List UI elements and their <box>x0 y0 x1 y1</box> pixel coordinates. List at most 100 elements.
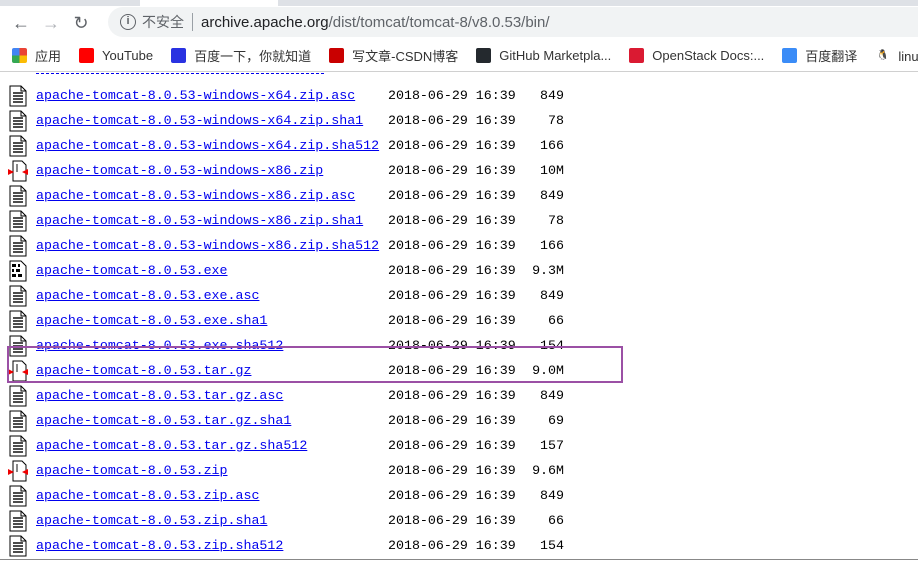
file-size: 166 <box>540 238 564 253</box>
info-icon[interactable]: i <box>120 14 136 30</box>
file-link[interactable]: apache-tomcat-8.0.53.zip.asc <box>36 488 259 503</box>
forward-arrow-icon[interactable]: → <box>36 13 66 34</box>
bookmarks-bar: 应用 YouTube 百度一下，你就知道 写文章-CSDN博客 GitHub Marke… <box>0 40 918 72</box>
bookmark-item[interactable]: YouTube <box>79 48 153 63</box>
bookmark-label: YouTube <box>102 48 154 63</box>
compressed-file-icon <box>8 460 28 482</box>
file-date: 2018-06-29 16:39 <box>388 513 516 528</box>
csdn-icon <box>329 48 345 63</box>
file-link[interactable]: apache-tomcat-8.0.53.exe.sha1 <box>36 313 267 328</box>
text-file-icon <box>8 510 28 532</box>
file-size: 69 <box>548 413 564 428</box>
bookmark-item[interactable]: 百度翻译 <box>782 46 857 65</box>
file-size: 849 <box>540 88 564 103</box>
binary-file-icon <box>8 260 28 282</box>
file-link[interactable]: apache-tomcat-8.0.53-windows-x64.zip.asc <box>36 88 355 103</box>
highlight-box <box>7 346 623 383</box>
file-link[interactable]: apache-tomcat-8.0.53-windows-x64.zip.sha… <box>36 138 379 153</box>
file-link[interactable]: apache-tomcat-8.0.53.tar.gz.sha1 <box>36 413 291 428</box>
file-link[interactable]: apache-tomcat-8.0.53-windows-x86.zip.asc <box>36 188 355 203</box>
address-bar[interactable]: i 不安全 archive.apache.org/dist/tomcat/tom… <box>108 7 918 37</box>
text-file-icon <box>8 135 28 157</box>
translate-icon <box>782 48 798 63</box>
file-link[interactable]: apache-tomcat-8.0.53.zip.sha1 <box>36 513 267 528</box>
bookmark-item[interactable]: 应用 <box>12 46 61 65</box>
youtube-icon <box>79 48 95 63</box>
file-size: 157 <box>540 438 564 453</box>
compressed-file-icon <box>8 160 28 182</box>
file-size: 154 <box>540 538 564 553</box>
file-date: 2018-06-29 16:39 <box>388 438 516 453</box>
file-link[interactable]: apache-tomcat-8.0.53-windows-x86.zip <box>36 163 323 178</box>
file-size: 9.6M <box>532 463 564 478</box>
text-file-icon <box>8 485 28 507</box>
bookmark-item[interactable]: OpenStack Docs:... <box>629 48 764 63</box>
text-file-icon <box>8 110 28 132</box>
apps-grid-icon <box>12 48 27 63</box>
file-link[interactable]: apache-tomcat-8.0.53.tar.gz.asc <box>36 388 283 403</box>
bookmark-label: 应用 <box>35 49 62 64</box>
text-file-icon <box>8 235 28 257</box>
text-file-icon <box>8 285 28 307</box>
file-date: 2018-06-29 16:39 <box>388 263 516 278</box>
file-date: 2018-06-29 16:39 <box>388 313 516 328</box>
bookmark-label: OpenStack Docs:... <box>652 48 765 63</box>
file-date: 2018-06-29 16:39 <box>388 488 516 503</box>
file-link[interactable]: apache-tomcat-8.0.53-windows-x86.zip.sha… <box>36 238 379 253</box>
file-link[interactable]: apache-tomcat-8.0.53.zip <box>36 463 228 478</box>
url-host: archive.apache.org <box>201 13 329 31</box>
file-size: 66 <box>548 313 564 328</box>
text-file-icon <box>8 435 28 457</box>
file-link[interactable]: apache-tomcat-8.0.53.zip.sha512 <box>36 538 283 553</box>
file-link[interactable]: apache-tomcat-8.0.53-windows-x64.zip.sha… <box>36 113 363 128</box>
text-file-icon <box>8 535 28 557</box>
bookmark-label: linux命 <box>898 49 918 64</box>
github-icon <box>476 48 492 63</box>
file-size: 849 <box>540 288 564 303</box>
reload-icon[interactable]: ↻ <box>66 13 96 34</box>
bottom-rule <box>0 559 918 560</box>
file-date: 2018-06-29 16:39 <box>388 238 516 253</box>
security-label: 不安全 <box>142 14 184 30</box>
baidu-paw-icon <box>171 48 187 63</box>
file-date: 2018-06-29 16:39 <box>388 113 516 128</box>
file-size: 66 <box>548 513 564 528</box>
bookmark-label: 百度一下，你就知道 <box>194 49 312 64</box>
bookmark-label: 百度翻译 <box>805 49 858 64</box>
file-date: 2018-06-29 16:39 <box>388 463 516 478</box>
openstack-icon <box>629 48 645 63</box>
file-date: 2018-06-29 16:39 <box>388 538 516 553</box>
file-size: 10M <box>540 163 564 178</box>
bookmark-label: GitHub Marketpla... <box>499 48 612 63</box>
file-size: 78 <box>548 113 564 128</box>
bookmark-item[interactable]: GitHub Marketpla... <box>476 48 611 63</box>
url-path: /dist/tomcat/tomcat-8/v8.0.53/bin/ <box>328 13 550 31</box>
file-link[interactable]: apache-tomcat-8.0.53-windows-x86.zip.sha… <box>36 213 363 228</box>
file-link[interactable]: apache-tomcat-8.0.53.exe <box>36 263 228 278</box>
file-date: 2018-06-29 16:39 <box>388 288 516 303</box>
file-size: 78 <box>548 213 564 228</box>
file-size: 849 <box>540 388 564 403</box>
bookmark-item[interactable]: 写文章-CSDN博客 <box>329 46 458 65</box>
file-row: apache-tomcat-8.0.53.zip.sha512 2018-06-2… <box>0 535 918 569</box>
text-file-icon <box>8 85 28 107</box>
file-link[interactable]: apache-tomcat-8.0.53.exe.asc <box>36 288 259 303</box>
previous-link-underline <box>36 73 324 74</box>
text-file-icon <box>8 310 28 332</box>
text-file-icon <box>8 185 28 207</box>
file-date: 2018-06-29 16:39 <box>388 188 516 203</box>
file-size: 849 <box>540 188 564 203</box>
bookmark-item[interactable]: 🐧 linux命 <box>875 46 918 65</box>
back-arrow-icon[interactable]: ← <box>6 13 36 34</box>
browser-toolbar: ← → ↻ i 不安全 archive.apache.org/dist/tomc… <box>0 6 918 40</box>
file-size: 166 <box>540 138 564 153</box>
file-date: 2018-06-29 16:39 <box>388 138 516 153</box>
text-file-icon <box>8 210 28 232</box>
linux-tux-icon: 🐧 <box>875 48 891 63</box>
file-date: 2018-06-29 16:39 <box>388 163 516 178</box>
bookmark-item[interactable]: 百度一下，你就知道 <box>171 46 311 65</box>
file-date: 2018-06-29 16:39 <box>388 213 516 228</box>
text-file-icon <box>8 410 28 432</box>
file-link[interactable]: apache-tomcat-8.0.53.tar.gz.sha512 <box>36 438 307 453</box>
bookmark-label: 写文章-CSDN博客 <box>352 49 459 64</box>
